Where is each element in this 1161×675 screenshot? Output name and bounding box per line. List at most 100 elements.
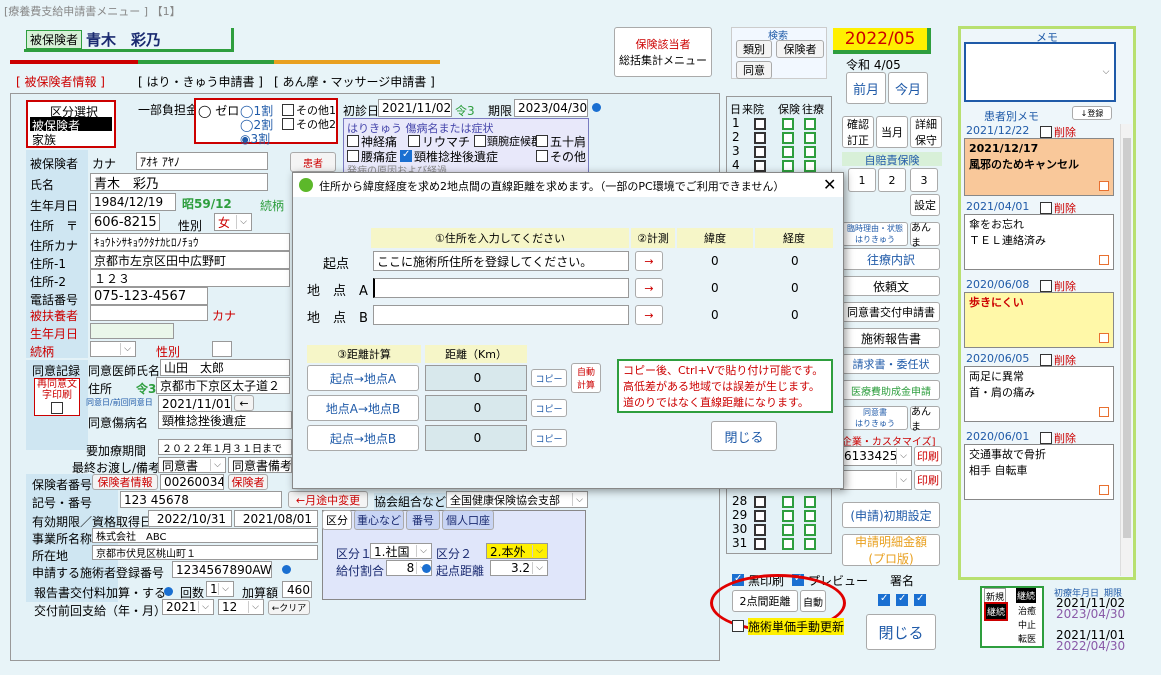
dialog-close-button[interactable]: 閉じる — [711, 421, 777, 451]
hoken-no-field[interactable]: 00260034 — [160, 474, 224, 490]
futan-other2-checkbox[interactable] — [282, 118, 294, 130]
insurer-info-button[interactable]: 保険者情報 — [92, 474, 158, 490]
cal-2-visit-checkbox[interactable] — [754, 132, 766, 144]
cal-3-visit-checkbox[interactable] — [754, 146, 766, 158]
sekou-dot-icon[interactable] — [282, 565, 291, 574]
doisho-button[interactable]: 同意書交付申請書 — [842, 302, 940, 322]
yuko-field-2[interactable]: 2021/08/01 — [234, 510, 318, 527]
jibai-1-button[interactable]: 1 — [848, 168, 876, 192]
shobyo-c6[interactable] — [400, 149, 412, 162]
cal-1-insurance-checkbox[interactable] — [782, 118, 794, 130]
byomei-field[interactable]: 頸椎捻挫後遺症 — [158, 411, 292, 429]
dlg-r3-input[interactable] — [373, 305, 629, 325]
memo-delete-checkbox[interactable] — [1040, 202, 1052, 214]
print-button-2[interactable]: 印刷 — [914, 470, 942, 490]
summary-menu-button[interactable]: 保険該当者 総括集計メニュー — [614, 27, 712, 77]
memo-select[interactable]: ⌵ — [964, 42, 1116, 102]
kubun1-select[interactable]: 1.社国 ⌵ — [370, 543, 432, 559]
tel-field[interactable]: 075-123-4567 — [90, 287, 208, 305]
subtab-kubun[interactable]: 区分 — [322, 510, 352, 530]
subtab-bango[interactable]: 番号 — [406, 510, 440, 530]
memo-delete-checkbox[interactable] — [1040, 280, 1052, 292]
cal-3-ouryo-checkbox[interactable] — [804, 146, 816, 158]
cal-4-insurance-checkbox[interactable] — [782, 160, 794, 172]
dlg-r3-calc-button[interactable]: → — [635, 305, 663, 325]
memo-scrollbar[interactable] — [1120, 124, 1132, 576]
subtab-juushin[interactable]: 重心など — [354, 510, 404, 530]
tab-insured-info[interactable]: [ 被保険者情報 ] — [16, 73, 105, 90]
kaisu-select[interactable]: 1 ⌵ — [206, 581, 234, 597]
reconsent-print-checkbox[interactable] — [51, 402, 63, 414]
dlg-r1-input[interactable]: ここに施術所住所を登録してください。 — [373, 251, 629, 271]
close-icon[interactable]: ✕ — [823, 175, 836, 194]
jibai-2-button[interactable]: 2 — [878, 168, 906, 192]
memo-entry[interactable]: 2021/12/17 風邪のためキャンセル — [964, 138, 1114, 196]
copy-2-button[interactable]: コピー — [531, 399, 567, 417]
memo-entry[interactable]: 歩きにくい — [964, 292, 1114, 348]
status-cured[interactable]: 治癒 — [1018, 604, 1036, 617]
fuyo-field[interactable] — [90, 305, 208, 321]
memo-edit-icon[interactable] — [1099, 255, 1109, 265]
memo-edit-icon[interactable] — [1099, 407, 1109, 417]
shomei-cb-2[interactable] — [896, 593, 908, 606]
shozai-field[interactable]: 京都市伏見区桃山町１ — [92, 545, 318, 560]
dlg-r2-calc-button[interactable]: → — [635, 278, 663, 298]
hokoku-dot-icon[interactable] — [164, 587, 173, 596]
memo-entry[interactable]: 傘をお忘れ ＴＥＬ連絡済み — [964, 214, 1114, 270]
kubun-opt-insured[interactable]: 被保険者 — [30, 117, 112, 133]
auto-calc-button[interactable]: 自動 計算 — [571, 363, 601, 393]
memo-edit-icon[interactable] — [1099, 485, 1109, 495]
memo-delete-checkbox[interactable] — [1040, 432, 1052, 444]
dist-origin-a-button[interactable]: 起点→地点A — [307, 365, 419, 391]
info-dot-icon[interactable] — [592, 103, 601, 112]
current-month-button[interactable]: 当月 — [876, 116, 908, 148]
name-field[interactable]: 青木 彩乃 — [90, 173, 268, 191]
shobyo-c2[interactable] — [408, 135, 420, 147]
dist-origin-b-button[interactable]: 起点→地点B — [307, 425, 419, 451]
tab-massage[interactable]: [ あん摩・マッサージ申請書 ] — [274, 73, 435, 90]
kiten-dot-icon[interactable] — [422, 564, 431, 573]
cal-2-ouryo-checkbox[interactable] — [804, 132, 816, 144]
cal-28-ouryo-checkbox[interactable] — [804, 496, 816, 508]
cal-2-insurance-checkbox[interactable] — [782, 132, 794, 144]
code-select-2[interactable]: ⌵ — [840, 470, 912, 490]
saishu-note-field[interactable]: 同意書備考 — [228, 457, 292, 473]
status-transfer[interactable]: 転医 — [1018, 632, 1036, 645]
mid-month-change-button[interactable]: ←月途中変更 — [288, 491, 368, 508]
yuko-field-1[interactable]: 2022/10/31 — [148, 510, 232, 527]
memo-entry[interactable]: 両足に異常 首・肩の痛み — [964, 366, 1114, 422]
cal-3-insurance-checkbox[interactable] — [782, 146, 794, 158]
cal-30-visit-checkbox[interactable] — [754, 524, 766, 536]
kasan-field[interactable]: 460 — [282, 581, 312, 598]
consent-addr-field[interactable]: 京都市下京区太子道２ — [156, 377, 290, 394]
dlg-r1-calc-button[interactable]: → — [635, 251, 663, 271]
kumiai-select[interactable]: 全国健康保険協会支部 ⌵ — [446, 491, 588, 508]
shobyo-c1[interactable] — [347, 135, 359, 147]
sex-select[interactable]: 女 ⌵ — [214, 213, 252, 231]
irai-button[interactable]: 依頼文 — [842, 276, 940, 296]
copy-1-button[interactable]: コピー — [531, 369, 567, 387]
status-continue[interactable]: 継続 — [1016, 588, 1037, 603]
cal-29-visit-checkbox[interactable] — [754, 510, 766, 522]
kigo-field[interactable]: 123 45678 — [120, 491, 282, 508]
sekou-field[interactable]: 1234567890AW — [172, 561, 272, 578]
doisho-hari-button[interactable]: 同意書 はりきゅう — [842, 406, 908, 430]
ouryo-uchiwake-button[interactable]: 往療内訳 — [842, 248, 940, 270]
kubun-opt-family[interactable]: 家族 — [30, 131, 56, 148]
cal-28-insurance-checkbox[interactable] — [782, 496, 794, 508]
cal-1-visit-checkbox[interactable] — [754, 118, 766, 130]
cal-30-ouryo-checkbox[interactable] — [804, 524, 816, 536]
confirm-fix-button[interactable]: 確認 訂正 — [842, 116, 874, 148]
shoken-date[interactable]: 2021/11/02 — [378, 99, 452, 117]
yokaryo-field[interactable]: ２０２２年１月３１日まで — [158, 439, 292, 455]
cal-31-insurance-checkbox[interactable] — [782, 538, 794, 550]
cal-4-visit-checkbox[interactable] — [754, 160, 766, 172]
addr1-field[interactable]: 京都市左京区田中広野町 — [90, 251, 290, 269]
shobyo-c7[interactable] — [536, 150, 548, 162]
sex2-select[interactable] — [212, 341, 232, 357]
cal-28-visit-checkbox[interactable] — [754, 496, 766, 508]
code-select[interactable]: 6133425 ⌵ — [840, 446, 912, 466]
search-insurer-button[interactable]: 保険者 — [776, 40, 824, 58]
hokokusho-button[interactable]: 施術報告書 — [842, 328, 940, 348]
dist-a-b-button[interactable]: 地点A→地点B — [307, 395, 419, 421]
